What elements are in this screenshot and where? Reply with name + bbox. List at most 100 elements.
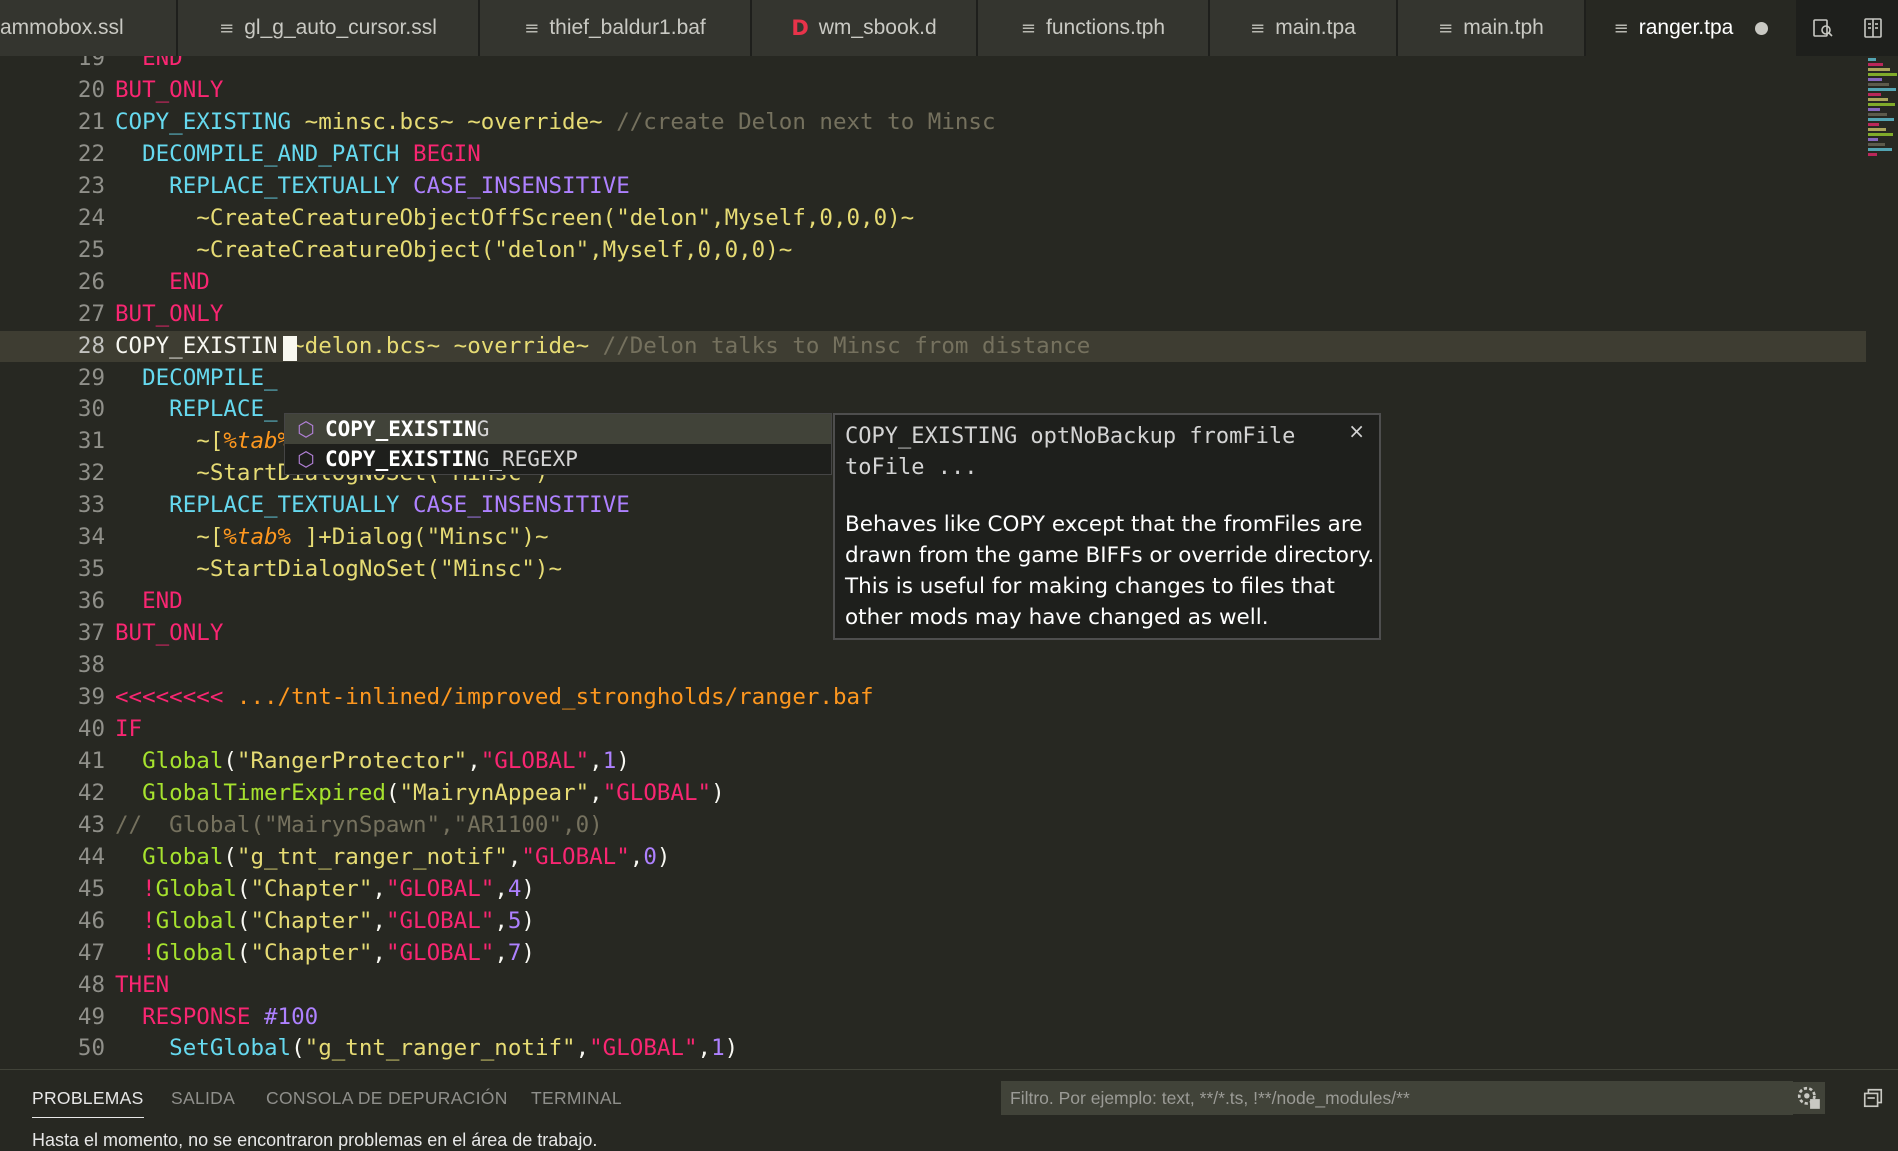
code-token: ~CreateCreatureObject("delon",Myself,0,0… [115, 236, 793, 263]
tab-gl-g-auto-cursor-ssl[interactable]: ≡ gl_g_auto_cursor.ssl [178, 0, 480, 56]
split-editor-icon[interactable] [1848, 0, 1898, 56]
tab-output[interactable]: SALIDA [171, 1088, 235, 1109]
tab-debug-console[interactable]: CONSOLA DE DEPURACIÓN [266, 1088, 508, 1109]
minimap-line [1868, 58, 1876, 61]
code-token: //Delon talks to Minsc from distance [602, 332, 1091, 359]
code-token: "g_tnt_ranger_notif" [236, 843, 508, 870]
code-token: CASE_INSENSITIVE [399, 492, 630, 519]
line-code: END [115, 267, 210, 298]
code-token: ) [616, 747, 630, 774]
line-code: !Global("Chapter","GLOBAL",7) [115, 938, 535, 969]
minimap-line [1868, 153, 1877, 156]
minimap-line [1868, 103, 1895, 106]
tab-wm-sbook-d[interactable]: D wm_sbook.d [752, 0, 978, 56]
tab-ranger-tpa[interactable]: ≡ ranger.tpa [1586, 0, 1798, 56]
unsaved-dot-icon[interactable] [1755, 21, 1769, 35]
code-line[interactable]: 23 REPLACE_TEXTUALLY CASE_INSENSITIVE [0, 171, 1866, 202]
code-line[interactable]: 25 ~CreateCreatureObject("delon",Myself,… [0, 235, 1866, 266]
code-token: , [494, 875, 508, 902]
line-code: COPY_EXISTING ~minsc.bcs~ ~override~ //c… [115, 107, 996, 138]
close-icon[interactable]: × [1348, 419, 1365, 443]
line-number: 45 [77, 875, 105, 902]
code-line[interactable]: 22 DECOMPILE_AND_PATCH BEGIN [0, 139, 1866, 170]
code-line[interactable]: 40 IF [0, 714, 1866, 745]
line-code: BUT_ONLY [115, 75, 223, 106]
code-token: ( [236, 875, 251, 902]
tab-ammobox-ssl[interactable]: ammobox.ssl [0, 0, 178, 56]
code-line[interactable]: 20 BUT_ONLY [0, 75, 1866, 106]
code-editor[interactable]: 19 END 20 BUT_ONLY 21 COPY_EXISTING ~minsc.b… [0, 56, 1898, 1069]
autocomplete-item-copy-existing[interactable]: ⬡ COPY_EXISTIN G [285, 414, 831, 444]
code-line[interactable]: 47 !Global("Chapter","GLOBAL",7) [0, 938, 1866, 969]
line-number: 43 [77, 811, 105, 838]
match-text: COPY_EXISTIN [325, 417, 477, 441]
code-token: %tab% [223, 524, 292, 551]
line-number: 22 [77, 140, 105, 167]
code-line[interactable]: 46 !Global("Chapter","GLOBAL",5) [0, 906, 1866, 937]
code-token: , [629, 843, 644, 870]
code-line[interactable]: 45 !Global("Chapter","GLOBAL",4) [0, 874, 1866, 905]
code-line[interactable]: 29 DECOMPILE_ [0, 363, 1866, 394]
autocomplete-item-copy-existing-regexp[interactable]: ⬡ COPY_EXISTIN G_REGEXP [285, 444, 831, 474]
cube-icon: ⬡ [297, 417, 315, 441]
code-token: ! [115, 907, 156, 934]
code-line[interactable]: 42 GlobalTimerExpired("MairynAppear","GL… [0, 778, 1866, 809]
code-line[interactable]: 28 COPY_EXISTIN ~delon.bcs~ ~override~ //… [0, 330, 1866, 362]
code-line[interactable]: 39 <<<<<<<< .../tnt-inlined/improved_stro… [0, 682, 1866, 713]
minimap[interactable] [1866, 56, 1898, 176]
code-token: ( [236, 939, 251, 966]
line-number: 28 [77, 332, 105, 359]
line-number: 27 [77, 300, 105, 327]
code-line[interactable]: 44 Global("g_tnt_ranger_notif","GLOBAL",… [0, 842, 1866, 873]
line-number: 37 [77, 620, 105, 647]
code-token: <<<<<<<< [115, 684, 224, 710]
tab-main-tpa[interactable]: ≡ main.tpa [1210, 0, 1398, 56]
code-line[interactable]: 38 [0, 650, 1866, 681]
line-code: REPLACE_TEXTUALLY CASE_INSENSITIVE [115, 171, 630, 202]
filter-settings-icon[interactable] [1793, 1082, 1825, 1114]
code-line[interactable]: 27 BUT_ONLY [0, 299, 1866, 330]
code-line[interactable]: 43 // Global("MairynSpawn","AR1100",0) [0, 810, 1866, 841]
lines-icon: ≡ [1250, 17, 1266, 39]
code-line[interactable]: 50 SetGlobal("g_tnt_ranger_notif","GLOBA… [0, 1033, 1866, 1064]
code-token: ( [223, 843, 237, 870]
code-token: // Global("MairynSpawn","AR1100",0) [115, 811, 603, 838]
code-line[interactable]: 41 Global("RangerProtector","GLOBAL",1) [0, 746, 1866, 777]
line-code: Global("RangerProtector","GLOBAL",1) [115, 746, 630, 777]
code-token: ( [223, 747, 237, 774]
line-code: !Global("Chapter","GLOBAL",4) [115, 874, 535, 905]
code-token: %tab% [223, 428, 292, 455]
code-token: "GLOBAL" [602, 779, 712, 806]
code-line[interactable]: 49 RESPONSE #100 [0, 1002, 1866, 1033]
code-token: Global [155, 875, 237, 902]
code-token: 1 [711, 1035, 725, 1062]
line-code: END [115, 586, 183, 617]
line-number: 29 [77, 364, 105, 391]
problems-filter-input[interactable] [1001, 1081, 1793, 1115]
code-token: RESPONSE [115, 1003, 251, 1030]
tab-functions-tph[interactable]: ≡ functions.tph [978, 0, 1210, 56]
lines-icon: ≡ [219, 17, 235, 39]
rest-text: G_REGEXP [476, 447, 578, 471]
tab-label: gl_g_auto_cursor.ssl [244, 16, 437, 39]
code-line[interactable]: 26 END [0, 267, 1866, 298]
code-line[interactable]: 48 THEN [0, 970, 1866, 1001]
code-token: 5 [507, 907, 522, 934]
tab-terminal[interactable]: TERMINAL [531, 1088, 622, 1109]
line-code: DECOMPILE_ [115, 363, 277, 394]
code-line[interactable]: 24 ~CreateCreatureObjectOffScreen("delon… [0, 203, 1866, 234]
collapse-panel-icon[interactable] [1857, 1082, 1889, 1114]
line-number: 49 [77, 1003, 105, 1030]
code-line[interactable]: 19 END [0, 56, 1866, 74]
code-token: ) [724, 1035, 739, 1062]
code-token: END [115, 268, 210, 295]
code-line[interactable]: 21 COPY_EXISTING ~minsc.bcs~ ~override~ /… [0, 107, 1866, 138]
line-code: // Global("MairynSpawn","AR1100",0) [115, 810, 603, 841]
tab-problems[interactable]: PROBLEMAS [32, 1088, 144, 1118]
minimap-line [1868, 73, 1897, 76]
tab-main-tph[interactable]: ≡ main.tph [1398, 0, 1586, 56]
code-token: ) [521, 907, 535, 934]
open-changes-icon[interactable] [1798, 0, 1848, 56]
tab-thief-baldur1-baf[interactable]: ≡ thief_baldur1.baf [480, 0, 752, 56]
code-token: GlobalTimerExpired [115, 779, 386, 806]
